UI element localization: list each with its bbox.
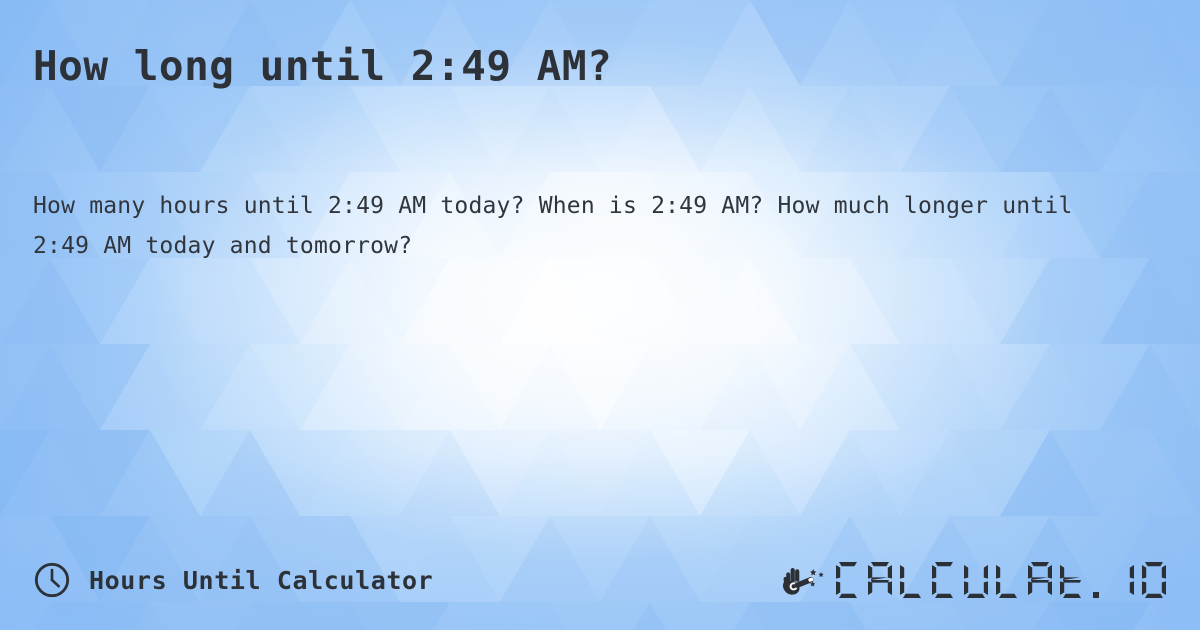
tool-brand-label: Hours Until Calculator <box>89 565 434 595</box>
page-subtitle: How many hours until 2:49 AM today? When… <box>33 193 1073 259</box>
site-logo-text <box>835 560 1167 600</box>
share-card: How long until 2:49 AM? How many hours u… <box>0 0 1200 630</box>
magic-wand-hand-icon <box>782 568 824 595</box>
tool-brand[interactable]: Hours Until Calculator <box>33 561 433 599</box>
page-title: How long until 2:49 AM? <box>33 42 613 90</box>
card-footer: Hours Until Calculator <box>0 552 1200 608</box>
clock-icon <box>34 562 70 598</box>
card-content: How long until 2:49 AM? How many hours u… <box>0 0 1200 630</box>
site-logo[interactable] <box>780 560 1167 600</box>
